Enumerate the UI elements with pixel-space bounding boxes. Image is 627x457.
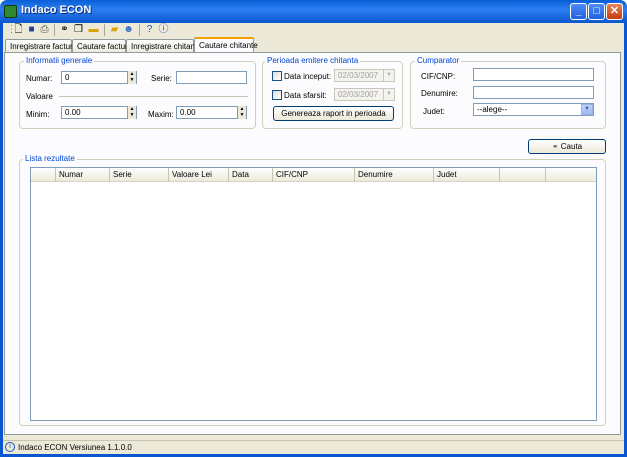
numar-spinner[interactable]: ▲ ▼: [127, 71, 136, 84]
results-title: Lista rezultate: [23, 154, 77, 163]
info-icon[interactable]: ⓘ: [157, 24, 170, 36]
new-document-icon[interactable]: 🗋: [12, 24, 25, 36]
minim-label: Minim:: [26, 110, 50, 119]
end-date-checkbox[interactable]: [272, 90, 282, 100]
generate-report-button[interactable]: Genereaza raport in perioada: [273, 106, 394, 121]
column-header-numar[interactable]: Numar: [56, 168, 110, 182]
binoculars-icon[interactable]: ⚭: [58, 24, 71, 36]
denumire-input[interactable]: [473, 86, 594, 99]
valoare-divider: [59, 96, 248, 97]
print-icon[interactable]: ⎙: [38, 24, 51, 36]
column-header-data[interactable]: Data: [229, 168, 273, 182]
general-info-title: Informatii generale: [24, 56, 95, 65]
minim-input[interactable]: 0.00: [61, 106, 137, 119]
tab-cautare-facturi[interactable]: Cautare facturi: [72, 39, 129, 53]
save-icon[interactable]: ■: [25, 24, 38, 36]
column-header-denumire[interactable]: Denumire: [355, 168, 434, 182]
search-button-label: Cauta: [560, 142, 583, 151]
maxim-label: Maxim:: [148, 110, 174, 119]
buyer-title: Cumparator: [415, 56, 462, 65]
tab-inregistrare-chitanta[interactable]: Inregistrare chitanta: [126, 39, 202, 53]
copy-icon[interactable]: ❐: [72, 24, 85, 36]
binoculars-icon: ⚭: [551, 142, 561, 151]
column-header-empty: [500, 168, 546, 182]
end-date-label: Data sfarsit:: [284, 91, 327, 100]
tab-cautare-chitante[interactable]: Cautare chitante: [194, 37, 258, 53]
minim-spinner[interactable]: ▲ ▼: [127, 106, 136, 119]
valoare-label: Valoare: [26, 92, 53, 101]
grid-row-header: [31, 168, 56, 182]
toolbar-separator: [139, 24, 140, 36]
denumire-label: Denumire:: [421, 89, 458, 98]
minimize-button[interactable]: _: [570, 3, 587, 20]
column-header-cif[interactable]: CIF/CNP: [273, 168, 355, 182]
end-date-dropdown-icon[interactable]: ▼: [383, 89, 394, 100]
maxim-spinner[interactable]: ▲ ▼: [237, 106, 246, 119]
start-date-label: Data inceput:: [284, 72, 332, 81]
serie-input[interactable]: [176, 71, 247, 84]
title-bar: [0, 0, 627, 23]
judet-select[interactable]: --alege--: [473, 103, 594, 116]
toolbar-separator: [104, 24, 105, 36]
folder-icon[interactable]: ▬: [87, 24, 100, 36]
cif-input[interactable]: [473, 68, 594, 81]
column-header-serie[interactable]: Serie: [110, 168, 169, 182]
cif-label: CIF/CNP:: [421, 72, 456, 81]
tab-inregistrare-factura[interactable]: Inregistrare factura: [5, 39, 77, 53]
start-date-dropdown-icon[interactable]: ▼: [383, 70, 394, 81]
judet-dropdown-icon[interactable]: ▼: [581, 104, 593, 115]
start-date-checkbox[interactable]: [272, 71, 282, 81]
serie-label: Serie:: [151, 74, 172, 83]
judet-label: Judet:: [423, 107, 445, 116]
maximize-button[interactable]: □: [588, 3, 605, 20]
column-header-judet[interactable]: Judet: [434, 168, 500, 182]
close-button[interactable]: ✕: [606, 3, 623, 20]
open-folder-icon[interactable]: ▰: [108, 24, 121, 36]
users-icon[interactable]: ☻: [122, 24, 135, 36]
help-icon[interactable]: ?: [143, 24, 156, 36]
period-title: Perioada emitere chitanta: [265, 56, 361, 65]
status-text: Indaco ECON Versiunea 1.1.0.0: [18, 443, 132, 452]
search-button[interactable]: ⚭ Cauta: [528, 139, 606, 154]
app-icon: [4, 5, 17, 18]
toolbar-separator: [54, 24, 55, 36]
column-header-valoare[interactable]: Valoare Lei: [169, 168, 229, 182]
numar-input[interactable]: 0: [61, 71, 137, 84]
info-icon: i: [5, 442, 15, 452]
results-grid[interactable]: [30, 167, 597, 421]
window-title: Indaco ECON: [21, 4, 92, 16]
numar-label: Numar:: [26, 74, 53, 83]
